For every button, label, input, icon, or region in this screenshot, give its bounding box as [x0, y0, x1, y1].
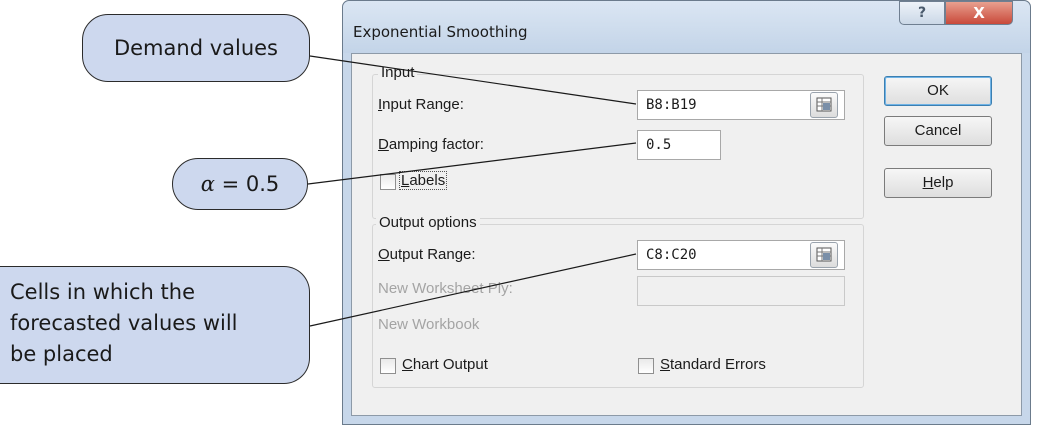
output-cells-leader-line	[309, 253, 637, 327]
demand-leader-line	[309, 55, 637, 105]
callout-leader-lines	[307, 55, 637, 327]
alpha-leader-line	[307, 142, 637, 185]
